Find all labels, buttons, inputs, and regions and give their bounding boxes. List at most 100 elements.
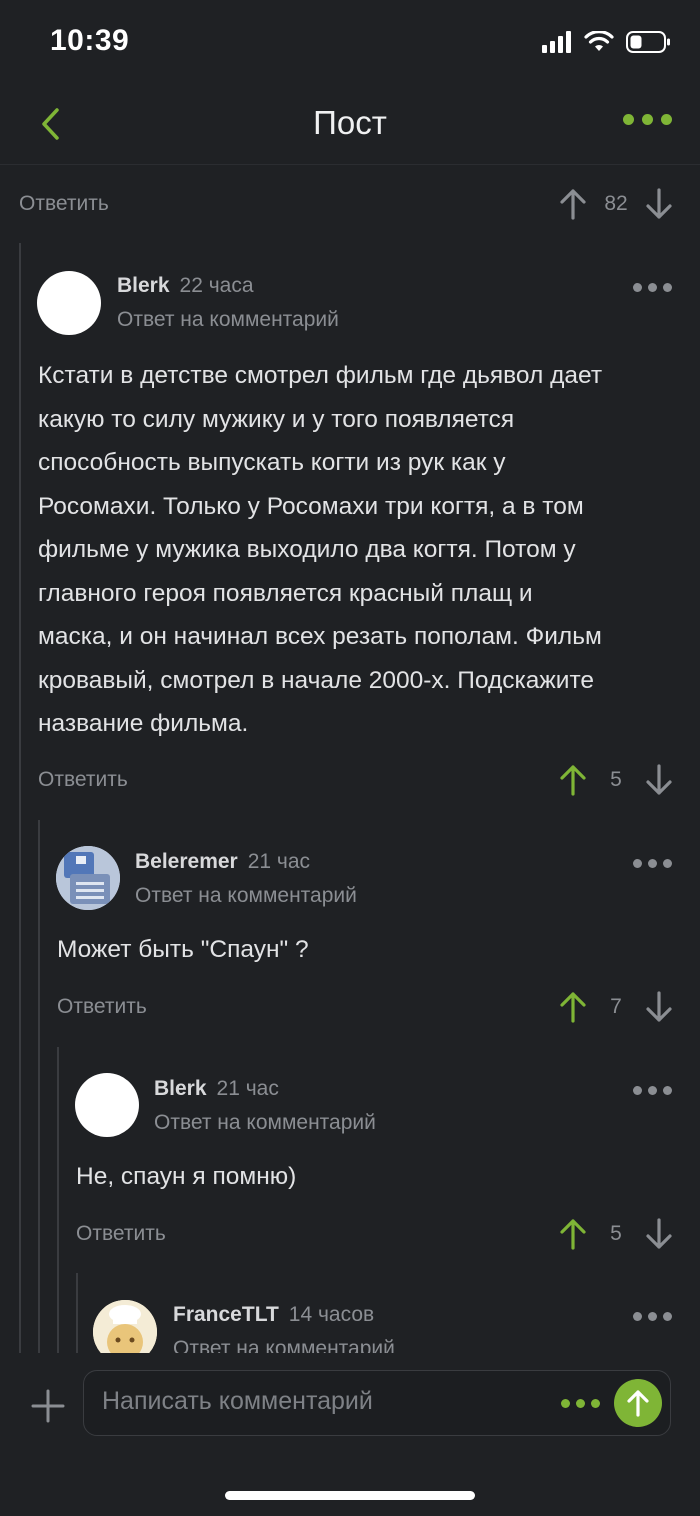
comment-text: Не, спаун я помню) [76,1163,297,1190]
downvote-arrow-icon[interactable] [644,990,674,1024]
status-time: 10:39 [50,24,130,57]
comment-input[interactable]: Написать комментарий [83,1370,671,1436]
reply-button[interactable]: Ответить [76,1222,166,1246]
comment-line: главного героя появляется красный плащ и [38,579,533,607]
thread-line [19,243,21,1353]
comment-line: Росомахи. Только у Росомахи три когтя, а… [38,492,584,520]
wifi-icon [584,31,614,51]
comment-text: Может быть "Спаун" ? [57,936,309,963]
vote-count: 5 [610,768,622,791]
send-button[interactable] [614,1379,662,1427]
vote-group: 5 [558,763,674,797]
thread-line [38,820,40,1353]
arrow-up-icon [627,1390,649,1417]
comment-line: фильме у мужика выходило два когтя. Пото… [38,536,576,563]
more-dot [663,283,672,292]
page-title: Пост [313,104,387,141]
comment-action-row: Ответить 7 [57,987,700,1027]
reply-button[interactable]: Ответить [57,995,147,1019]
upvote-arrow-icon[interactable] [558,763,588,797]
avatar-image [56,846,120,910]
home-indicator [225,1491,475,1500]
avatar[interactable] [56,846,120,910]
avatar-image [93,1300,157,1353]
comment-line: какую то силу мужику и у того появляется [38,405,515,433]
author-name[interactable]: Blerk [154,1077,207,1100]
vote-count: 7 [610,995,622,1018]
more-dot [663,1312,672,1321]
cellular-signal-icon [542,31,571,53]
author-name[interactable]: FranceTLT [173,1303,279,1326]
downvote-arrow-icon[interactable] [644,1217,674,1251]
avatar[interactable] [75,1073,139,1137]
comment-time: 14 часов [288,1303,375,1326]
upvote-arrow-icon[interactable] [558,990,588,1024]
reply-button[interactable]: Ответить [19,192,109,216]
more-dot [642,114,653,125]
more-dot [648,1086,657,1095]
comment-time: 21 час [247,850,311,873]
vote-group: 7 [558,990,674,1024]
more-dot [591,1399,600,1408]
comment-author[interactable]: Blerk 21 час [154,1077,279,1101]
comment-composer: Написать комментарий [0,1353,700,1516]
avatar[interactable] [93,1300,157,1353]
navigation-bar: Пост [0,86,700,165]
vote-group: 5 [558,1217,674,1251]
vote-count: 5 [610,1222,622,1245]
input-options-button[interactable] [561,1399,600,1408]
plus-icon[interactable] [30,1388,66,1424]
status-bar: 10:39 [0,0,700,86]
more-dot [633,283,642,292]
more-options-button[interactable] [623,114,672,125]
comment-line: способность выпускать когти из рук как у [38,449,506,476]
upvote-arrow-icon[interactable] [558,187,588,221]
comment-time: 22 часа [179,274,254,297]
comment-line: маска, и он начинал всех резать пополам.… [38,623,602,650]
downvote-arrow-icon[interactable] [644,187,674,221]
more-dot [633,859,642,868]
comment-more-button[interactable] [633,1312,672,1321]
comment-author[interactable]: FranceTLT 14 часов [173,1303,374,1327]
thread-line [76,1273,78,1353]
comment-input-placeholder: Написать комментарий [102,1387,373,1415]
comment-author[interactable]: Blerk 22 часа [117,274,254,298]
reply-to-label[interactable]: Ответ на комментарий [117,308,339,332]
reply-to-label[interactable]: Ответ на комментарий [173,1337,395,1353]
more-dot [561,1399,570,1408]
more-dot [663,859,672,868]
avatar[interactable] [37,271,101,335]
more-dot [633,1312,642,1321]
reply-to-label[interactable]: Ответ на комментарий [154,1111,376,1135]
comment-line: Кстати в детстве смотрел фильм где дьяво… [38,362,603,389]
comment-more-button[interactable] [633,859,672,868]
status-icons [542,30,672,54]
comment-text: Кстати в детстве смотрел фильм где дьяво… [38,354,688,746]
upvote-arrow-icon[interactable] [558,1217,588,1251]
more-dot [661,114,672,125]
comment-more-button[interactable] [633,283,672,292]
author-name[interactable]: Beleremer [135,850,238,873]
comment-line: название фильма. [38,710,249,737]
thread-line [57,1047,59,1353]
author-name[interactable]: Blerk [117,274,170,297]
comment-more-button[interactable] [633,1086,672,1095]
more-dot [648,859,657,868]
vote-group: 82 [558,187,674,221]
more-dot [576,1399,585,1408]
battery-icon [626,31,670,53]
comment-action-row: Ответить 5 [38,760,700,800]
more-dot [663,1086,672,1095]
comment-line: кровавый, смотрел в начале 2000-х. Подск… [38,666,595,694]
comments-feed[interactable]: Ответить 82 Blerk 22 часа Ответ на коммен… [0,165,700,1353]
reply-button[interactable]: Ответить [38,768,128,792]
parent-action-row: Ответить 82 [19,184,700,224]
comment-action-row: Ответить 5 [76,1214,700,1254]
more-dots-icon [623,114,634,125]
more-dot [648,283,657,292]
vote-count: 82 [604,192,628,215]
downvote-arrow-icon[interactable] [644,763,674,797]
more-dot [648,1312,657,1321]
comment-author[interactable]: Beleremer 21 час [135,850,310,874]
reply-to-label[interactable]: Ответ на комментарий [135,884,357,908]
